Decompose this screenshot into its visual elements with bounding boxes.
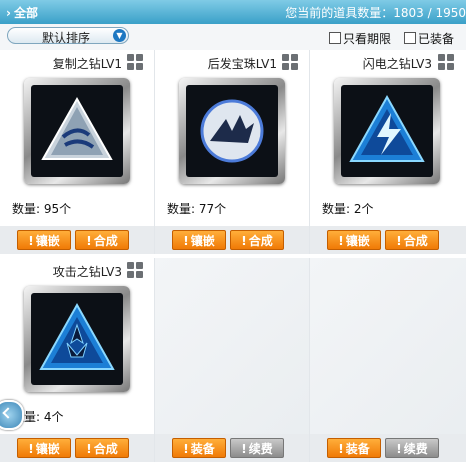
item-actions: ! 镶嵌 ! 合成 [0,226,154,254]
equip-button[interactable]: ! 装备 [327,438,381,458]
exclamation-icon: ! [396,234,402,248]
inlay-button-label: 镶嵌 [35,442,60,456]
exclamation-icon: ! [338,234,344,248]
category-tab-all[interactable]: › 全部 [6,4,38,21]
renew-button-label: 续费 [403,442,428,456]
sort-dropdown-label: 默认排序 [42,31,91,45]
copy-diamond-icon [41,96,113,160]
renew-button[interactable]: ! 续费 [230,438,284,458]
synthesize-button[interactable]: ! 合成 [75,230,129,250]
inlay-button[interactable]: ! 镶嵌 [17,438,71,458]
item-quantity: 数量: 77个 [167,202,227,216]
item-actions: ! 镶嵌 ! 合成 [0,434,154,462]
grid-view-icon[interactable] [282,54,299,71]
synthesize-button[interactable]: ! 合成 [385,230,439,250]
chevron-right-icon: › [6,6,11,20]
lightning-diamond-icon [349,94,425,162]
equip-button[interactable]: ! 装备 [172,438,226,458]
synthesize-button-label: 合成 [403,234,428,248]
item-image-frame[interactable] [334,78,440,184]
slot-actions: ! 装备 ! 续费 [310,434,466,462]
item-image-frame[interactable] [24,286,130,392]
synthesize-button-label: 合成 [248,234,273,248]
exclamation-icon: ! [241,234,247,248]
item-image-frame[interactable] [24,78,130,184]
item-card: 复制之钻LV1 数量: 95个 ! 镶嵌 ! 合成 [0,50,155,254]
synthesize-button[interactable]: ! 合成 [75,438,129,458]
attack-diamond-icon [39,302,115,370]
synthesize-button-label: 合成 [93,234,118,248]
category-label: 全部 [13,6,38,20]
exclamation-icon: ! [183,442,189,456]
exclamation-icon: ! [86,442,92,456]
checkbox-box[interactable] [404,32,416,44]
item-card: 闪电之钻LV3 数量: 2个 ! 镶嵌 ! 合成 [310,50,466,254]
item-name: 闪电之钻LV3 [362,57,432,71]
inlay-button[interactable]: ! 镶嵌 [172,230,226,250]
item-actions: ! 镶嵌 ! 合成 [310,226,466,254]
exclamation-icon: ! [183,234,189,248]
renew-button[interactable]: ! 续费 [385,438,439,458]
sort-dropdown[interactable]: 默认排序 ▼ [7,27,129,45]
empty-slot: ! 装备 ! 续费 [310,258,466,462]
grid-view-icon[interactable] [438,54,455,71]
equipped-label: 已装备 [418,32,455,46]
filter-bar: 默认排序 ▼ 只看期限 已装备 [0,24,466,50]
chevron-down-icon: ▼ [113,29,126,42]
side-collapse-button[interactable] [0,400,24,430]
item-quantity: 数量: 95个 [12,202,72,216]
item-name: 复制之钻LV1 [52,57,122,71]
item-name: 后发宝珠LV1 [207,57,277,71]
item-actions: ! 镶嵌 ! 合成 [155,226,309,254]
synthesize-button-label: 合成 [93,442,118,456]
item-quantity: 数量: 2个 [322,202,374,216]
exclamation-icon: ! [28,442,34,456]
inlay-button[interactable]: ! 镶嵌 [327,230,381,250]
exclamation-icon: ! [28,234,34,248]
item-name: 攻击之钻LV3 [52,265,122,279]
inlay-button-label: 镶嵌 [35,234,60,248]
item-image-frame[interactable] [179,78,285,184]
inlay-button-label: 镶嵌 [190,234,215,248]
top-bar: › 全部 您当前的道具数量：1803 / 1950 [0,0,466,24]
item-count-label: 您当前的道具数量：1803 / 1950 [285,6,466,20]
only-expiry-checkbox[interactable]: 只看期限 [329,30,391,47]
checkbox-box[interactable] [329,32,341,44]
inlay-button-label: 镶嵌 [345,234,370,248]
item-card: 攻击之钻LV3 数量: 4个 ! 镶嵌 ! 合成 [0,258,155,462]
orb-icon [200,99,264,163]
only-expiry-label: 只看期限 [343,32,392,46]
inlay-button[interactable]: ! 镶嵌 [17,230,71,250]
grid-view-icon[interactable] [127,262,144,279]
exclamation-icon: ! [241,442,247,456]
exclamation-icon: ! [86,234,92,248]
empty-slot: ! 装备 ! 续费 [155,258,310,462]
exclamation-icon: ! [396,442,402,456]
grid-view-icon[interactable] [127,54,144,71]
slot-actions: ! 装备 ! 续费 [155,434,309,462]
item-card: 后发宝珠LV1 数量: 77个 ! 镶嵌 ! 合成 [155,50,310,254]
equip-button-label: 装备 [190,442,215,456]
renew-button-label: 续费 [248,442,273,456]
exclamation-icon: ! [338,442,344,456]
equipped-checkbox[interactable]: 已装备 [404,30,454,47]
equip-button-label: 装备 [345,442,370,456]
synthesize-button[interactable]: ! 合成 [230,230,284,250]
